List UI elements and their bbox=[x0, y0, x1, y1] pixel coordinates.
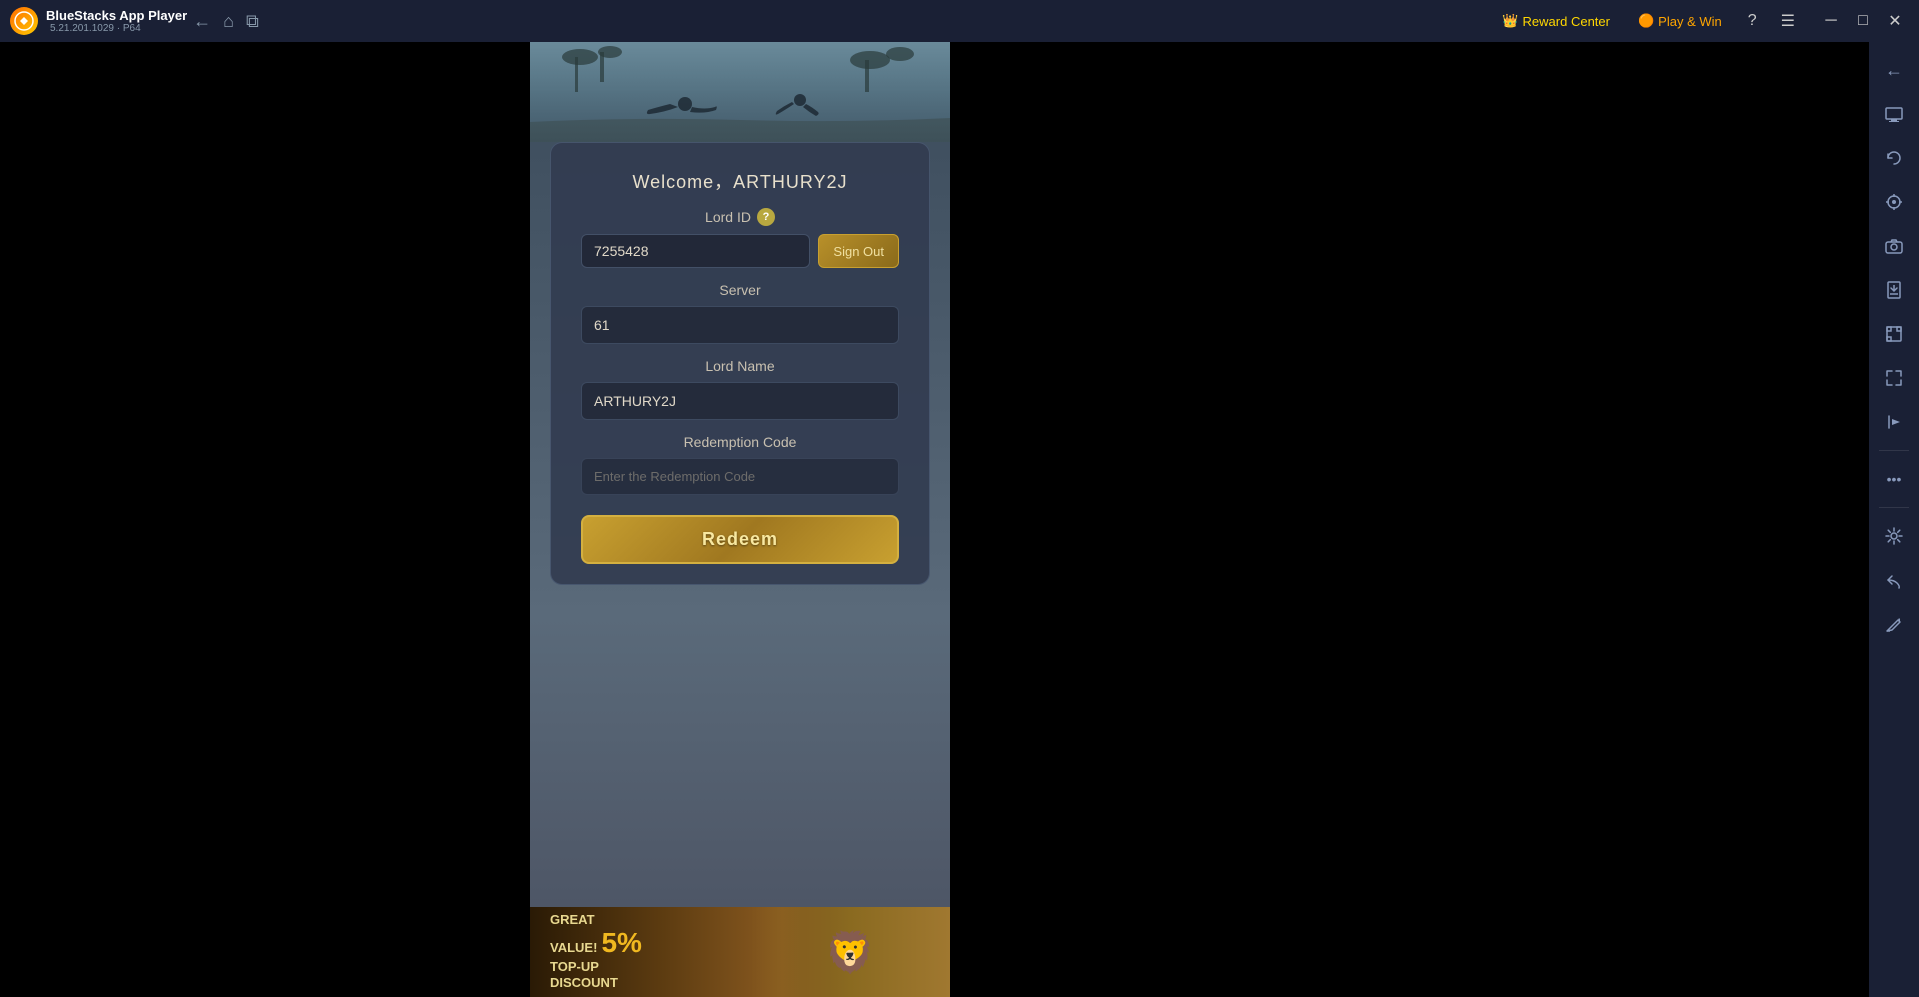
lord-name-value: ARTHURY2J bbox=[581, 382, 899, 420]
sidebar-more-icon[interactable]: ••• bbox=[1874, 459, 1914, 499]
title-bar: BlueStacks App Player 5.21.201.1029 · P6… bbox=[0, 0, 1919, 42]
sign-out-button[interactable]: Sign Out bbox=[818, 234, 899, 268]
lord-id-label: Lord ID ? bbox=[581, 208, 899, 226]
redeem-button[interactable]: Redeem bbox=[581, 515, 899, 564]
reward-center-button[interactable]: 👑 Reward Center bbox=[1494, 9, 1618, 33]
play-win-label: Play & Win bbox=[1658, 14, 1722, 29]
game-banner[interactable]: GREAT VALUE! 5% TOP-UP DISCOUNT 🦁 bbox=[530, 907, 950, 997]
app-logo bbox=[10, 7, 38, 35]
play-win-button[interactable]: 🟠 Play & Win bbox=[1630, 9, 1730, 33]
banner-text: GREAT VALUE! 5% TOP-UP DISCOUNT bbox=[550, 912, 642, 992]
banner-great: GREAT bbox=[550, 912, 595, 927]
close-button[interactable]: ✕ bbox=[1881, 7, 1909, 35]
lord-id-row: Sign Out bbox=[581, 234, 899, 268]
game-panel: Welcome，ARTHURY2J Lord ID ? Sign Out Ser… bbox=[530, 42, 950, 997]
sidebar-screenshot-icon[interactable] bbox=[1874, 314, 1914, 354]
game-header-bg bbox=[530, 42, 950, 142]
banner-discount: DISCOUNT bbox=[550, 975, 618, 990]
sidebar-location-icon[interactable] bbox=[1874, 182, 1914, 222]
reward-center-label: Reward Center bbox=[1523, 14, 1610, 29]
nav-multi-button[interactable]: ⧉ bbox=[240, 7, 265, 36]
sidebar-apk-icon[interactable] bbox=[1874, 270, 1914, 310]
main-area: Welcome，ARTHURY2J Lord ID ? Sign Out Ser… bbox=[0, 42, 1919, 997]
menu-button[interactable]: ☰ bbox=[1775, 7, 1801, 35]
maximize-button[interactable]: □ bbox=[1849, 7, 1877, 35]
redemption-code-input[interactable] bbox=[581, 458, 899, 495]
server-value: 61 bbox=[581, 306, 899, 344]
minimize-button[interactable]: ─ bbox=[1817, 7, 1845, 35]
sidebar-display-icon[interactable] bbox=[1874, 94, 1914, 134]
sidebar-edit-icon[interactable] bbox=[1874, 604, 1914, 644]
sidebar-back-icon[interactable]: ← bbox=[1874, 50, 1914, 90]
sidebar-rotate-icon[interactable] bbox=[1874, 138, 1914, 178]
crown-icon: 👑 bbox=[1502, 13, 1518, 29]
play-icon: 🟠 bbox=[1638, 13, 1654, 29]
help-button[interactable]: ? bbox=[1742, 8, 1763, 34]
sidebar-divider bbox=[1879, 450, 1909, 451]
banner-lion: 🦁 bbox=[750, 907, 950, 997]
nav-home-button[interactable]: ⌂ bbox=[217, 7, 240, 36]
nav-back-button[interactable]: ← bbox=[187, 7, 217, 36]
banner-value: VALUE! bbox=[550, 940, 597, 955]
app-version: 5.21.201.1029 · P64 bbox=[50, 23, 187, 34]
sidebar-undo-icon[interactable] bbox=[1874, 560, 1914, 600]
lord-id-help-icon[interactable]: ? bbox=[757, 208, 775, 226]
server-label: Server bbox=[581, 282, 899, 298]
dialog-card: Welcome，ARTHURY2J Lord ID ? Sign Out Ser… bbox=[550, 142, 930, 585]
redemption-code-label: Redemption Code bbox=[581, 434, 899, 450]
lord-id-input[interactable] bbox=[581, 234, 810, 268]
app-name: BlueStacks App Player bbox=[46, 8, 187, 23]
sidebar-divider-2 bbox=[1879, 507, 1909, 508]
sidebar-settings-icon[interactable] bbox=[1874, 516, 1914, 556]
right-game-panel bbox=[950, 42, 1869, 997]
sidebar-macro-icon[interactable] bbox=[1874, 402, 1914, 442]
right-sidebar: ← bbox=[1869, 42, 1919, 997]
banner-percent: 5% bbox=[601, 927, 641, 959]
sidebar-resize-icon[interactable] bbox=[1874, 358, 1914, 398]
banner-topup: TOP-UP bbox=[550, 959, 599, 974]
left-panel bbox=[0, 42, 530, 997]
welcome-text: Welcome，ARTHURY2J bbox=[581, 168, 899, 194]
sidebar-camera-icon[interactable] bbox=[1874, 226, 1914, 266]
lord-name-label: Lord Name bbox=[581, 358, 899, 374]
